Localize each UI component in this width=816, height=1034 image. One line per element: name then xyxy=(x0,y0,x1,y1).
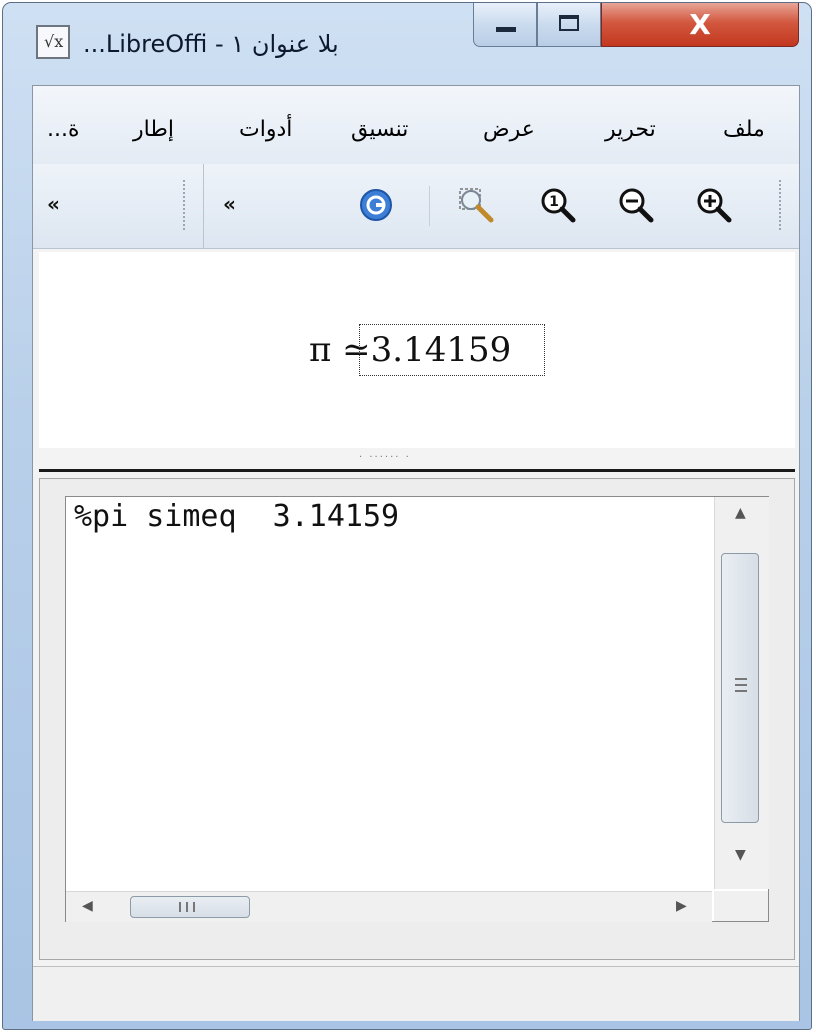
scroll-down-icon[interactable]: ▼ xyxy=(735,847,746,863)
toolbar-separator xyxy=(429,186,430,226)
minimize-button[interactable] xyxy=(473,3,537,47)
menu-file[interactable]: ملف xyxy=(723,86,765,164)
scroll-up-icon[interactable]: ▲ xyxy=(735,505,746,521)
app-window: √x بلا عنوان ١ - LibreOffi... X ملف تحري… xyxy=(2,2,812,1030)
menu-format[interactable]: تنسيق xyxy=(351,86,408,164)
horizontal-scroll-thumb[interactable] xyxy=(130,896,250,918)
zoom-100-icon[interactable]: 1 xyxy=(539,186,577,224)
toolbar-grip-right[interactable] xyxy=(779,180,781,232)
zoom-out-icon[interactable] xyxy=(617,186,655,224)
maximize-icon xyxy=(559,15,579,31)
commands-editor[interactable]: %pi simeq 3.14159 ▲ ▼ ◀ ▶ xyxy=(65,496,769,922)
horizontal-scrollbar[interactable]: ◀ ▶ xyxy=(66,891,712,922)
toolbar-grip[interactable] xyxy=(183,180,185,232)
svg-text:1: 1 xyxy=(549,194,559,210)
vertical-grip-icon xyxy=(735,678,747,692)
menu-bar: ملف تحرير عرض تنسيق أدوات إطار ...ة xyxy=(33,86,799,165)
libreoffice-math-icon[interactable]: √x xyxy=(36,25,70,59)
scroll-corner xyxy=(714,891,768,921)
menu-help-truncated[interactable]: ...ة xyxy=(47,86,80,164)
menu-view[interactable]: عرض xyxy=(483,86,535,164)
toolbar-overflow-left-icon[interactable]: « xyxy=(47,192,60,216)
vertical-scrollbar[interactable]: ▲ ▼ xyxy=(714,497,769,889)
horizontal-grip-icon xyxy=(179,902,195,912)
title-bar[interactable]: √x بلا عنوان ١ - LibreOffi... X xyxy=(3,3,811,83)
close-button[interactable]: X xyxy=(601,3,799,47)
window-title: بلا عنوان ١ - LibreOffi... xyxy=(83,30,339,58)
minimize-icon xyxy=(496,27,516,32)
menu-window[interactable]: إطار xyxy=(133,86,174,164)
pane-splitter[interactable]: · ······ · xyxy=(39,448,795,472)
menu-tools[interactable]: أدوات xyxy=(239,86,292,164)
formula-selection-box xyxy=(359,324,545,376)
scroll-right-icon[interactable]: ▶ xyxy=(676,898,687,914)
commands-text[interactable]: %pi simeq 3.14159 xyxy=(74,499,399,534)
close-icon: X xyxy=(689,8,711,41)
toolbar: « « 1 xyxy=(33,164,799,249)
status-bar xyxy=(33,966,799,1021)
update-icon[interactable] xyxy=(357,186,395,224)
menu-edit[interactable]: تحرير xyxy=(605,86,656,164)
scroll-left-icon[interactable]: ◀ xyxy=(82,898,93,914)
zoom-area-icon[interactable] xyxy=(457,186,495,224)
toolbar-divider xyxy=(203,164,204,248)
zoom-in-icon[interactable] xyxy=(695,186,733,224)
maximize-button[interactable] xyxy=(537,3,601,47)
vertical-scroll-thumb[interactable] xyxy=(721,553,759,823)
splitter-grip-icon: · ······ · xyxy=(359,452,411,463)
app-client-area: ملف تحرير عرض تنسيق أدوات إطار ...ة « « xyxy=(32,85,800,1021)
formula-symbol: π xyxy=(309,330,332,370)
formula-preview[interactable]: π ≃3.14159 xyxy=(39,252,795,448)
toolbar-overflow-mid-icon[interactable]: « xyxy=(223,192,236,216)
